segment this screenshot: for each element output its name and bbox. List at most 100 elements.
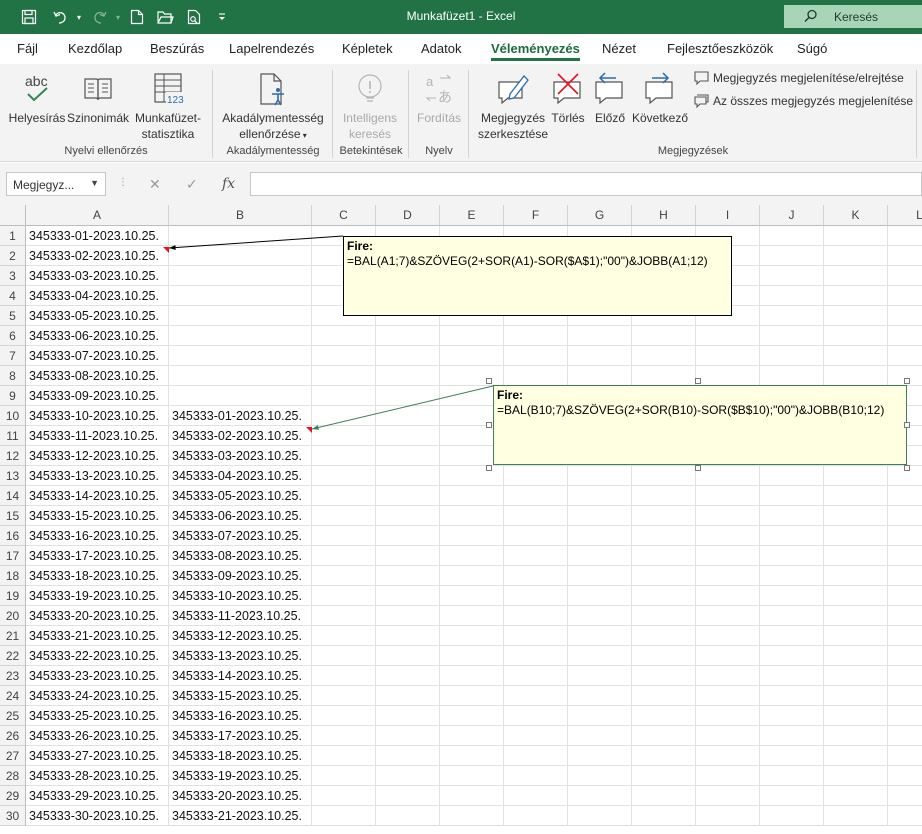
cell-c20[interactable] — [312, 606, 376, 626]
cell-b29[interactable]: 345333-20-2023.10.25. — [169, 786, 312, 806]
column-d-header[interactable]: D — [376, 205, 440, 226]
cell-l24[interactable] — [888, 686, 922, 706]
cell-f25[interactable] — [504, 706, 568, 726]
cell-f18[interactable] — [504, 566, 568, 586]
cell-k16[interactable] — [824, 526, 888, 546]
cell-b11[interactable]: 345333-02-2023.10.25. — [169, 426, 312, 446]
cell-a20[interactable]: 345333-20-2023.10.25. — [26, 606, 169, 626]
cell-e19[interactable] — [440, 586, 504, 606]
comment-box-selected[interactable]: Fire: =BAL(B10;7)&SZÖVEG(2+SOR(B10)-SOR(… — [493, 385, 907, 465]
cell-i29[interactable] — [696, 786, 760, 806]
cell-a5[interactable]: 345333-05-2023.10.25. — [26, 306, 169, 326]
cell-a25[interactable]: 345333-25-2023.10.25. — [26, 706, 169, 726]
cell-k19[interactable] — [824, 586, 888, 606]
cell-k28[interactable] — [824, 766, 888, 786]
cell-g18[interactable] — [568, 566, 632, 586]
cell-j25[interactable] — [760, 706, 824, 726]
cell-d9[interactable] — [376, 386, 440, 406]
cell-e21[interactable] — [440, 626, 504, 646]
cell-a4[interactable]: 345333-04-2023.10.25. — [26, 286, 169, 306]
next-comment-button[interactable]: Következő — [632, 70, 688, 142]
cell-i19[interactable] — [696, 586, 760, 606]
cell-d26[interactable] — [376, 726, 440, 746]
cell-f8[interactable] — [504, 366, 568, 386]
cell-c15[interactable] — [312, 506, 376, 526]
cell-l22[interactable] — [888, 646, 922, 666]
cell-d13[interactable] — [376, 466, 440, 486]
cell-e28[interactable] — [440, 766, 504, 786]
redo-dropdown-icon[interactable]: ▾ — [112, 0, 124, 34]
cell-h8[interactable] — [632, 366, 696, 386]
cell-j2[interactable] — [760, 246, 824, 266]
cell-j27[interactable] — [760, 746, 824, 766]
cell-a10[interactable]: 345333-10-2023.10.25. — [26, 406, 169, 426]
cell-a13[interactable]: 345333-13-2023.10.25. — [26, 466, 169, 486]
row-header[interactable]: 7 — [0, 346, 26, 366]
row-header[interactable]: 16 — [0, 526, 26, 546]
cell-f23[interactable] — [504, 666, 568, 686]
cell-i28[interactable] — [696, 766, 760, 786]
cell-l16[interactable] — [888, 526, 922, 546]
row-header[interactable]: 17 — [0, 546, 26, 566]
cell-c7[interactable] — [312, 346, 376, 366]
cell-f21[interactable] — [504, 626, 568, 646]
cell-e8[interactable] — [440, 366, 504, 386]
cell-h20[interactable] — [632, 606, 696, 626]
cell-j28[interactable] — [760, 766, 824, 786]
cell-h30[interactable] — [632, 806, 696, 826]
cell-b13[interactable]: 345333-04-2023.10.25. — [169, 466, 312, 486]
show-all-comments-button[interactable]: Az összes megjegyzés megjelenítése — [694, 94, 913, 108]
cell-c18[interactable] — [312, 566, 376, 586]
cell-b9[interactable] — [169, 386, 312, 406]
cell-d20[interactable] — [376, 606, 440, 626]
column-a-header[interactable]: A — [26, 205, 169, 226]
cell-e14[interactable] — [440, 486, 504, 506]
cell-k14[interactable] — [824, 486, 888, 506]
cell-b2[interactable] — [169, 246, 312, 266]
cell-i13[interactable] — [696, 466, 760, 486]
cell-a26[interactable]: 345333-26-2023.10.25. — [26, 726, 169, 746]
confirm-icon[interactable]: ✓ — [186, 176, 198, 193]
cell-b14[interactable]: 345333-05-2023.10.25. — [169, 486, 312, 506]
row-header[interactable]: 13 — [0, 466, 26, 486]
cell-c8[interactable] — [312, 366, 376, 386]
cell-h21[interactable] — [632, 626, 696, 646]
cell-f30[interactable] — [504, 806, 568, 826]
cell-k21[interactable] — [824, 626, 888, 646]
cell-k26[interactable] — [824, 726, 888, 746]
column-h-header[interactable]: H — [632, 205, 696, 226]
resize-handle[interactable] — [486, 465, 492, 471]
cell-h19[interactable] — [632, 586, 696, 606]
cell-e16[interactable] — [440, 526, 504, 546]
tab-home[interactable]: Kezdőlap — [68, 41, 122, 56]
cell-a29[interactable]: 345333-29-2023.10.25. — [26, 786, 169, 806]
more-options-icon[interactable]: ⋮ — [118, 177, 128, 188]
cell-j16[interactable] — [760, 526, 824, 546]
cell-e27[interactable] — [440, 746, 504, 766]
cell-b17[interactable]: 345333-08-2023.10.25. — [169, 546, 312, 566]
cell-j18[interactable] — [760, 566, 824, 586]
tab-data[interactable]: Adatok — [421, 41, 461, 56]
cell-c28[interactable] — [312, 766, 376, 786]
cell-h27[interactable] — [632, 746, 696, 766]
cell-c12[interactable] — [312, 446, 376, 466]
cell-a9[interactable]: 345333-09-2023.10.25. — [26, 386, 169, 406]
cell-j17[interactable] — [760, 546, 824, 566]
cell-b20[interactable]: 345333-11-2023.10.25. — [169, 606, 312, 626]
cell-g28[interactable] — [568, 766, 632, 786]
column-c-header[interactable]: C — [312, 205, 376, 226]
cell-g23[interactable] — [568, 666, 632, 686]
resize-handle[interactable] — [904, 465, 910, 471]
cell-a16[interactable]: 345333-16-2023.10.25. — [26, 526, 169, 546]
row-header[interactable]: 27 — [0, 746, 26, 766]
cell-f16[interactable] — [504, 526, 568, 546]
cell-g21[interactable] — [568, 626, 632, 646]
cell-g14[interactable] — [568, 486, 632, 506]
cell-e23[interactable] — [440, 666, 504, 686]
cell-d18[interactable] — [376, 566, 440, 586]
cell-b23[interactable]: 345333-14-2023.10.25. — [169, 666, 312, 686]
cell-g29[interactable] — [568, 786, 632, 806]
cell-b12[interactable]: 345333-03-2023.10.25. — [169, 446, 312, 466]
cell-f20[interactable] — [504, 606, 568, 626]
cell-h16[interactable] — [632, 526, 696, 546]
